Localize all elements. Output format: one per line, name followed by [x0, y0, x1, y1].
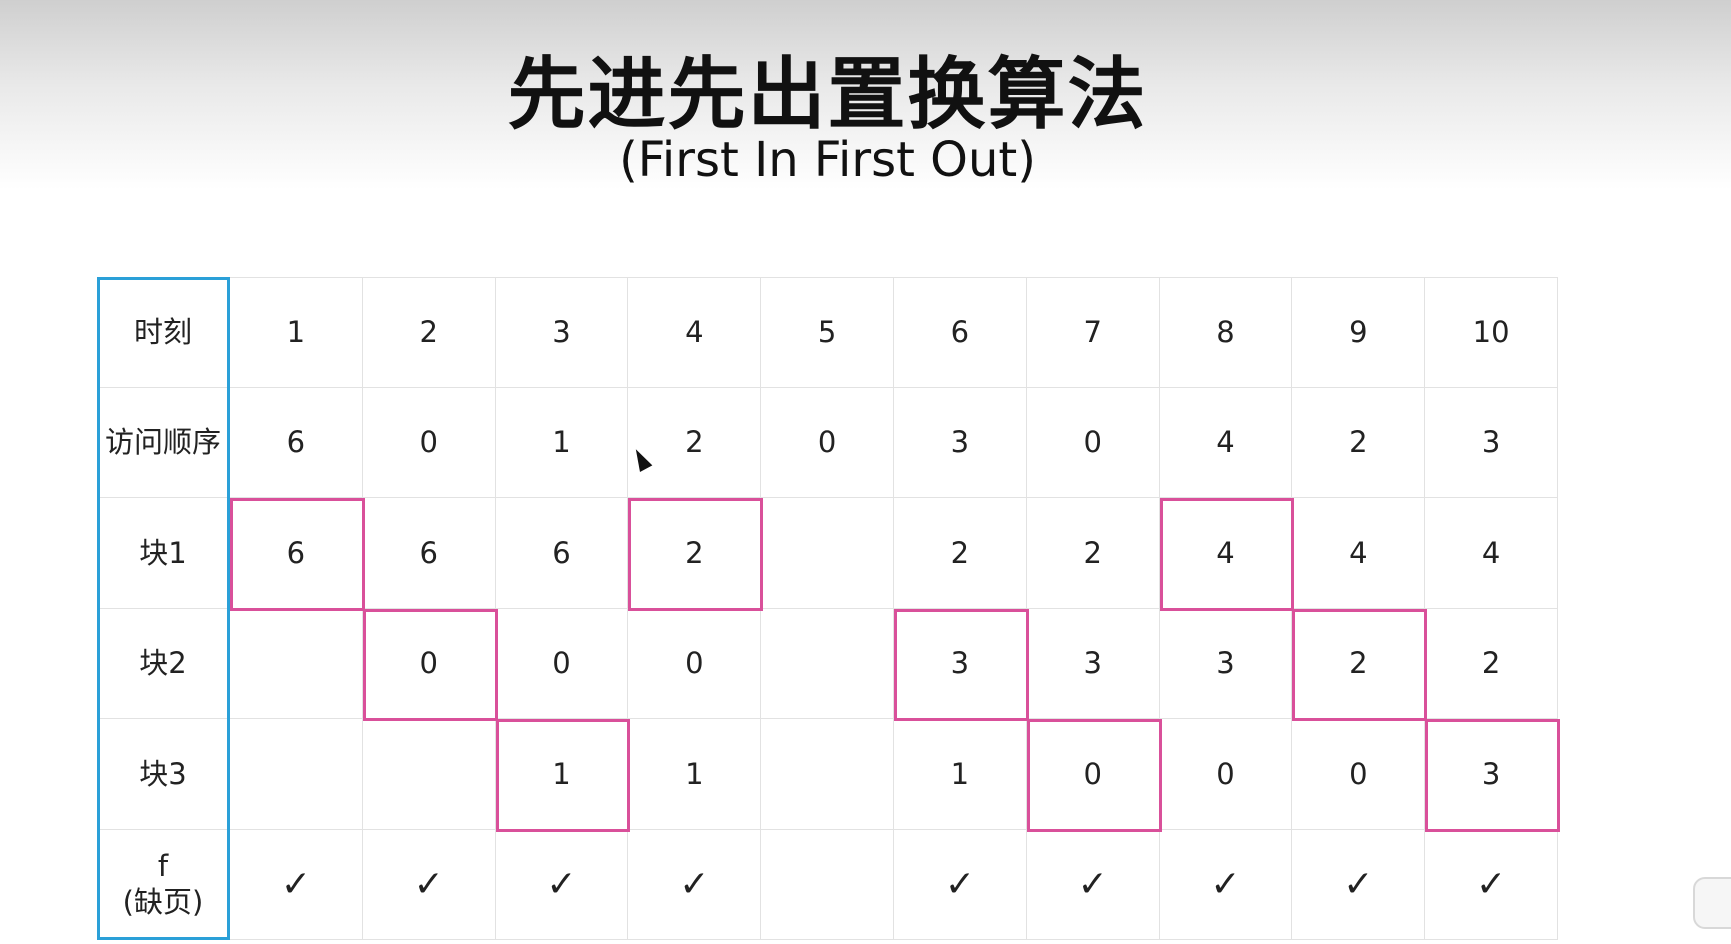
- cell-access-2: 0: [362, 387, 496, 498]
- cell-page-fault-7: ✓: [1026, 829, 1160, 940]
- cell-access-3: 1: [495, 387, 629, 498]
- cell-block1-10: 4: [1425, 498, 1558, 609]
- cell-access-1: 6: [230, 387, 363, 498]
- cell-block1-9: 4: [1292, 498, 1426, 609]
- cell-block2-1: [230, 608, 363, 719]
- cell-access-4: 2: [628, 387, 762, 498]
- cell-time-6: 6: [894, 277, 1027, 388]
- cell-access-8: 4: [1159, 387, 1293, 498]
- cell-block3-7: 0: [1026, 719, 1160, 830]
- cell-time-1: 1: [230, 277, 363, 388]
- cell-time-4: 4: [628, 277, 762, 388]
- cell-block3-6: 1: [894, 719, 1027, 830]
- cell-time-8: 8: [1159, 277, 1293, 388]
- cell-block2-3: 0: [495, 608, 629, 719]
- cell-block1-7: 2: [1026, 498, 1160, 609]
- cell-time-10: 10: [1425, 277, 1558, 388]
- cell-access-10: 3: [1425, 387, 1558, 498]
- cell-block3-5: [761, 719, 894, 830]
- cell-block3-3: 1: [495, 719, 629, 830]
- cell-block1-1: 6: [230, 498, 363, 609]
- cell-page-fault-9: ✓: [1292, 829, 1426, 940]
- corner-play-widget[interactable]: [1693, 877, 1731, 929]
- cell-time-3: 3: [495, 277, 629, 388]
- cell-block2-2: 0: [362, 608, 496, 719]
- cell-time-2: 2: [362, 277, 496, 388]
- cell-block3-4: 1: [628, 719, 762, 830]
- cell-access-9: 2: [1292, 387, 1426, 498]
- cell-block3-1: [230, 719, 363, 830]
- cell-time-7: 7: [1026, 277, 1160, 388]
- cell-block1-8: 4: [1159, 498, 1293, 609]
- cell-page-fault-1: ✓: [230, 829, 363, 940]
- page-subtitle: (First In First Out): [619, 132, 1036, 188]
- cell-block3-8: 0: [1159, 719, 1293, 830]
- cell-block3-10: 3: [1425, 719, 1558, 830]
- cell-page-fault-2: ✓: [362, 829, 496, 940]
- cell-page-fault-3: ✓: [495, 829, 629, 940]
- cell-access-6: 3: [894, 387, 1027, 498]
- cell-block3-2: [362, 719, 496, 830]
- cell-block2-5: [761, 608, 894, 719]
- cell-block3-9: 0: [1292, 719, 1426, 830]
- cell-page-fault-8: ✓: [1159, 829, 1293, 940]
- cell-time-5: 5: [761, 277, 894, 388]
- cell-block1-3: 6: [495, 498, 629, 609]
- cell-access-5: 0: [761, 387, 894, 498]
- cell-block2-6: 3: [894, 608, 1027, 719]
- cell-block2-7: 3: [1026, 608, 1160, 719]
- cell-access-7: 0: [1026, 387, 1160, 498]
- cell-page-fault-6: ✓: [894, 829, 1027, 940]
- cell-page-fault-4: ✓: [628, 829, 762, 940]
- cell-block1-2: 6: [362, 498, 496, 609]
- cell-page-fault-10: ✓: [1425, 829, 1558, 940]
- cell-page-fault-5: [761, 829, 894, 940]
- page-title: 先进先出置换算法: [507, 50, 1148, 140]
- cell-block1-4: 2: [628, 498, 762, 609]
- cell-block2-10: 2: [1425, 608, 1558, 719]
- row-label-column-border: [97, 277, 230, 940]
- cell-block1-6: 2: [894, 498, 1027, 609]
- cell-time-9: 9: [1292, 277, 1426, 388]
- cell-block1-5: [761, 498, 894, 609]
- cell-block2-4: 0: [628, 608, 762, 719]
- cell-block2-9: 2: [1292, 608, 1426, 719]
- cell-block2-8: 3: [1159, 608, 1293, 719]
